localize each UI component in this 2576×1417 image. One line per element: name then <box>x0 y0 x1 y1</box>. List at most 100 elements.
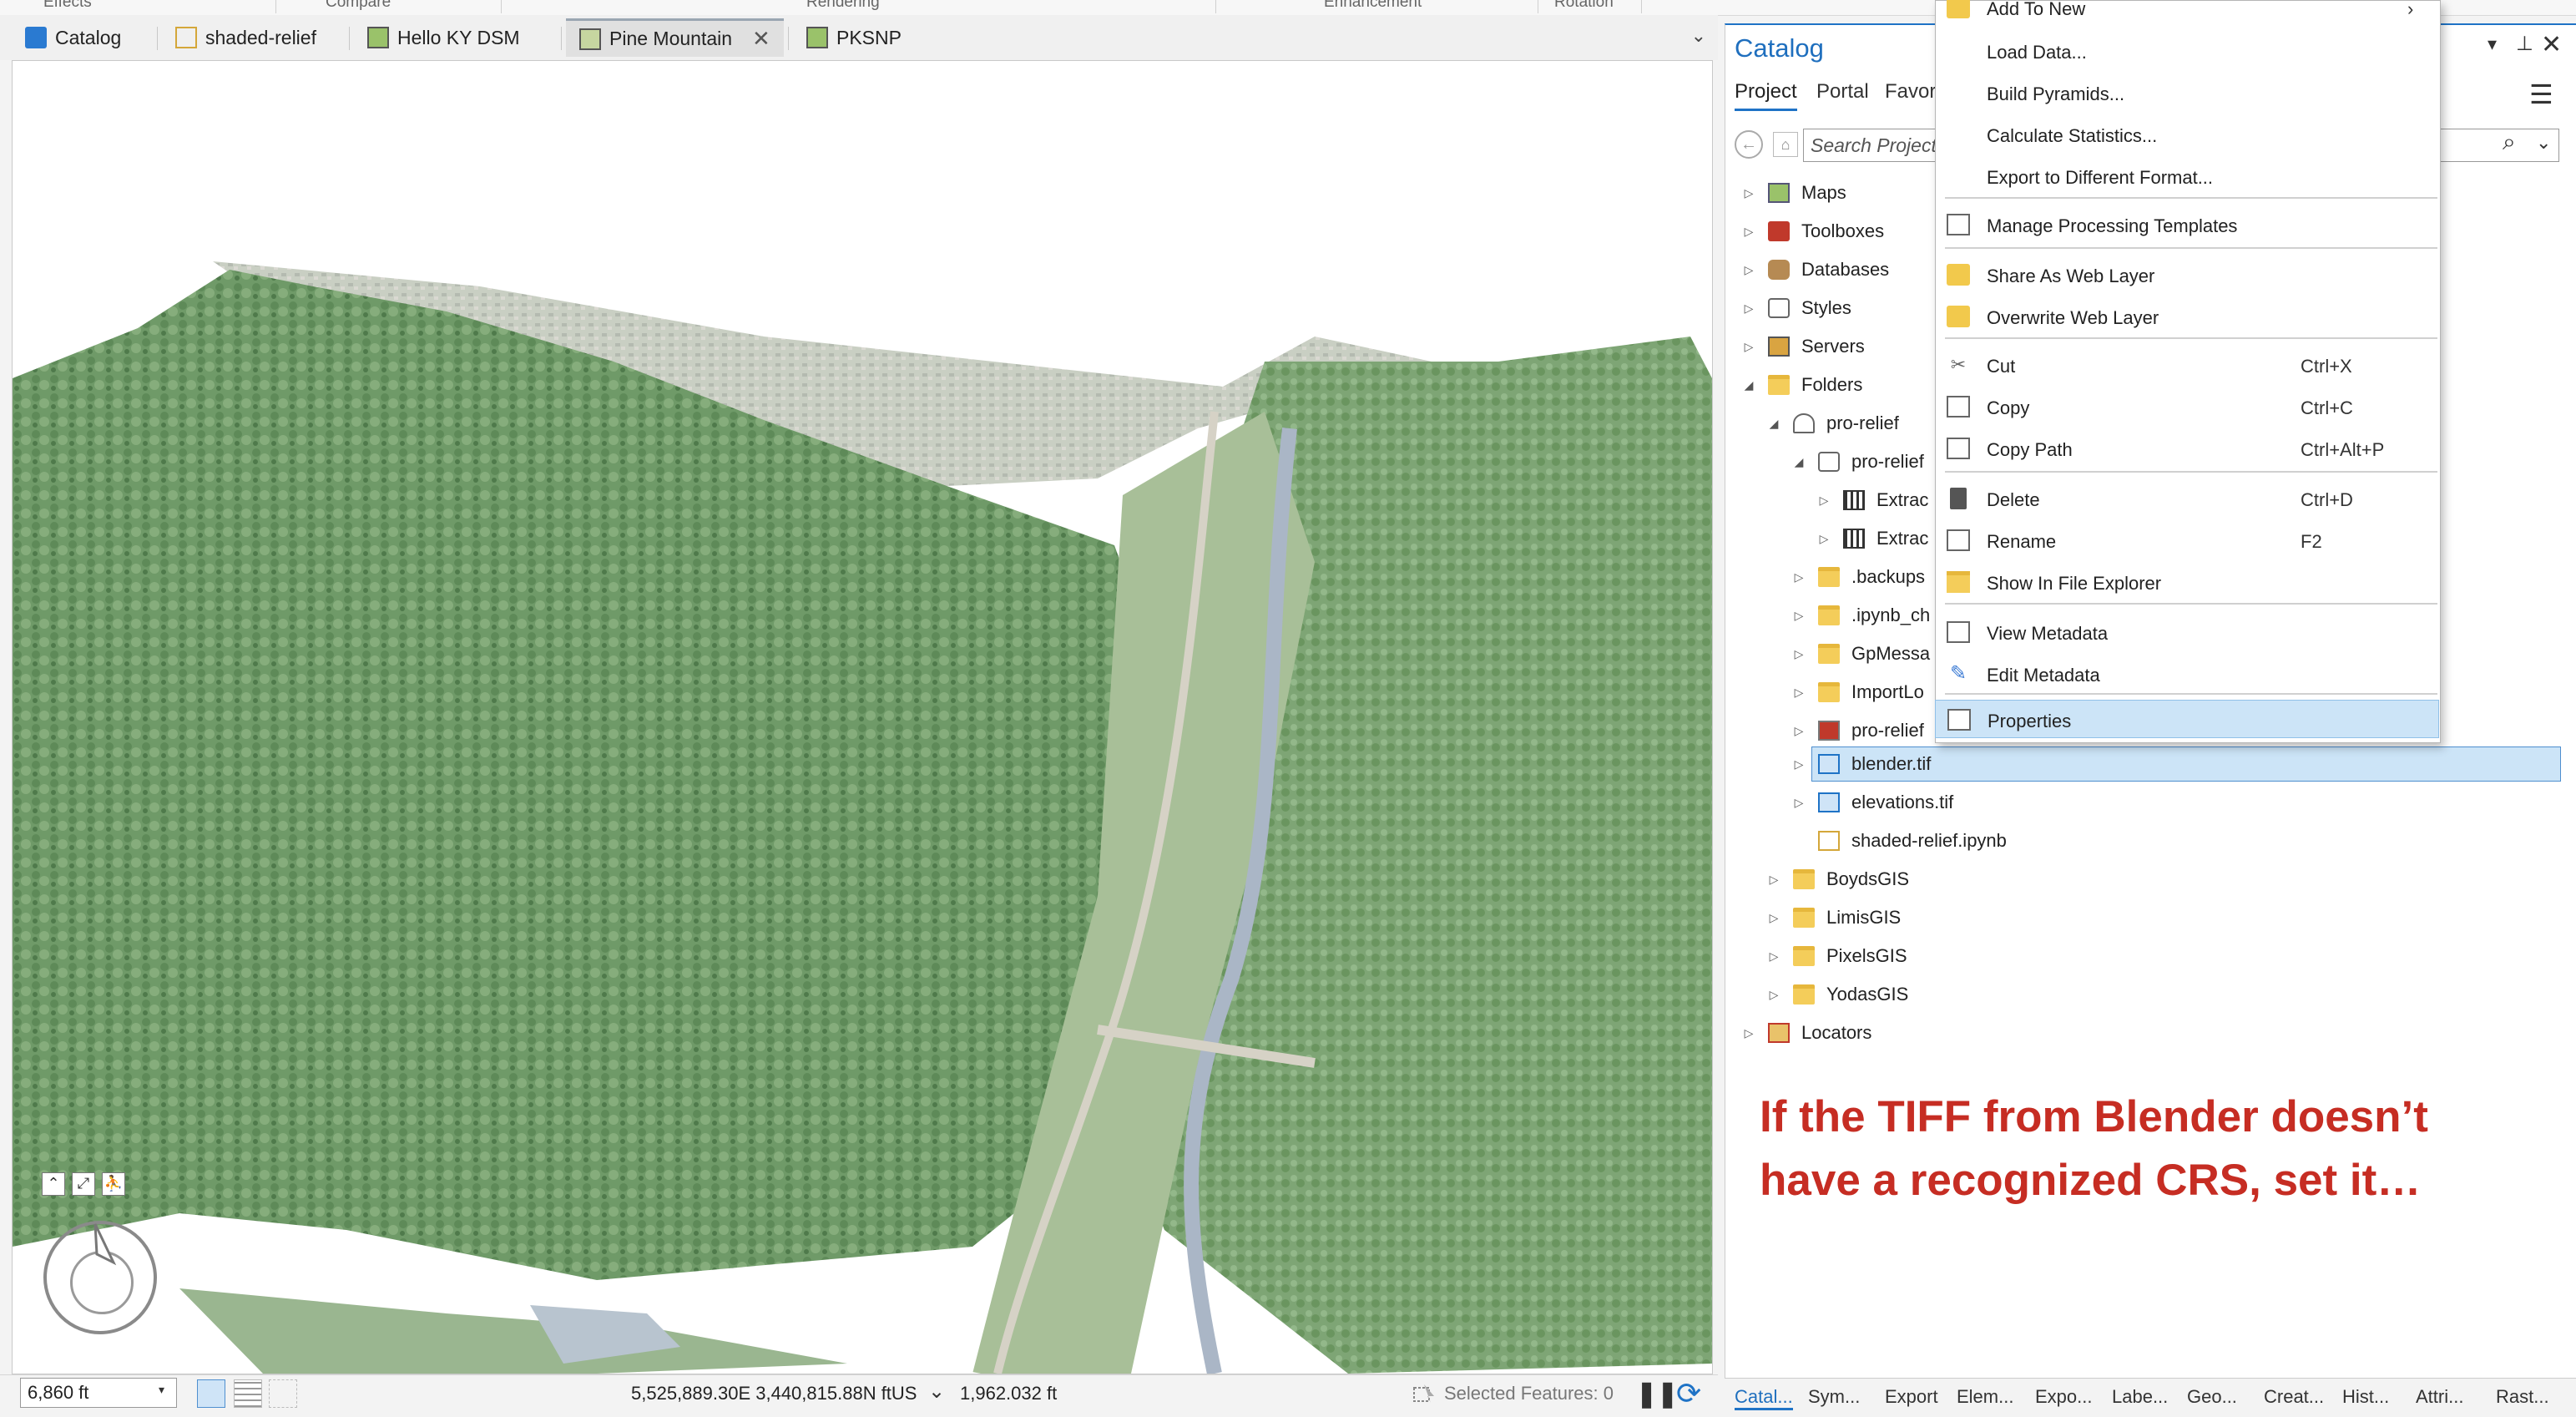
tree-item-importlog[interactable]: ▷ ImportLo <box>1791 676 1924 708</box>
menu-item-rename[interactable]: Rename F2 <box>1935 521 2439 559</box>
tree-item-toolboxes[interactable]: ▷ Toolboxes <box>1741 215 1884 247</box>
tab-element[interactable]: Elem... <box>1957 1386 2013 1408</box>
close-icon[interactable]: ✕ <box>752 26 770 52</box>
tree-item-databases[interactable]: ▷ Databases <box>1741 254 1889 286</box>
selected-features-count[interactable]: Selected Features: 0 <box>1444 1383 1614 1404</box>
menu-item-copy[interactable]: Copy Ctrl+C <box>1935 387 2439 426</box>
tree-item-pro-relief-toolbox[interactable]: ▷ pro-relief <box>1791 715 1924 746</box>
expand-icon[interactable]: ▷ <box>1816 493 1831 508</box>
tree-item-extract-2[interactable]: ▷ Extrac <box>1816 523 1928 554</box>
tab-pksnp[interactable]: PKSNP <box>793 18 915 57</box>
chevron-down-icon[interactable]: ▾ <box>2488 33 2497 55</box>
tree-item-folders[interactable]: ◢ Folders <box>1741 369 1862 401</box>
tab-export[interactable]: Export <box>1885 1386 1938 1408</box>
tree-item-elevations-tif[interactable]: ▷ elevations.tif <box>1791 787 1953 818</box>
tree-item-gpmessages[interactable]: ▷ GpMessa <box>1791 638 1930 670</box>
expand-icon[interactable]: ▷ <box>1791 796 1806 810</box>
pin-icon[interactable]: ⊥ <box>2516 32 2533 56</box>
menu-item-delete[interactable]: Delete Ctrl+D <box>1935 479 2439 518</box>
chevron-down-icon[interactable]: ⌄ <box>2536 132 2551 154</box>
tab-pine-mountain[interactable]: Pine Mountain ✕ <box>566 18 784 57</box>
menu-item-overwrite-web-layer[interactable]: Overwrite Web Layer <box>1935 297 2439 336</box>
tab-symbology[interactable]: Sym... <box>1808 1386 1860 1408</box>
menu-item-cut[interactable]: ✂ Cut Ctrl+X <box>1935 346 2439 384</box>
menu-item-build-pyramids[interactable]: Build Pyramids... <box>1935 73 2439 112</box>
refresh-icon[interactable]: ⟳ <box>1676 1376 1701 1411</box>
expand-icon[interactable]: ▷ <box>1741 340 1756 354</box>
tab-history[interactable]: Hist... <box>2342 1386 2389 1408</box>
back-icon[interactable]: ← <box>1735 130 1763 159</box>
chevron-down-icon[interactable]: ⌄ <box>1691 25 1706 47</box>
expand-icon[interactable]: ▷ <box>1791 647 1806 661</box>
tree-item-limisgis[interactable]: ▷ LimisGIS <box>1766 902 1901 934</box>
expand-icon[interactable]: ▷ <box>1766 911 1781 925</box>
tree-item-blender-tif[interactable]: ▷ blender.tif <box>1791 748 1931 780</box>
collapse-icon[interactable]: ◢ <box>1766 417 1781 431</box>
tree-item-servers[interactable]: ▷ Servers <box>1741 331 1865 362</box>
tab-labeling[interactable]: Labe... <box>2112 1386 2168 1408</box>
menu-icon[interactable]: ☰ <box>2529 78 2553 110</box>
menu-item-show-in-explorer[interactable]: Show In File Explorer <box>1935 563 2439 601</box>
tab-shaded-relief[interactable]: shaded-relief <box>162 18 330 57</box>
tab-raster[interactable]: Rast... <box>2496 1386 2549 1408</box>
chevron-down-icon[interactable]: ⌄ <box>928 1379 945 1404</box>
tree-item-boydsgis[interactable]: ▷ BoydsGIS <box>1766 863 1909 895</box>
fixed-zoom-icon[interactable] <box>197 1379 225 1408</box>
tree-item-ipynb-checkpoints[interactable]: ▷ .ipynb_ch <box>1791 600 1930 631</box>
tab-portal[interactable]: Portal <box>1816 80 1869 104</box>
menu-item-copy-path[interactable]: Copy Path Ctrl+Alt+P <box>1935 429 2439 468</box>
tab-attributes[interactable]: Attri... <box>2416 1386 2463 1408</box>
tree-item-pro-relief-gdb[interactable]: ◢ pro-relief <box>1791 446 1924 478</box>
tab-favorites[interactable]: Favor <box>1885 80 1936 104</box>
menu-item-load-data[interactable]: Load Data... <box>1935 32 2439 70</box>
tab-project[interactable]: Project <box>1735 80 1797 111</box>
expand-icon[interactable]: ▷ <box>1766 949 1781 964</box>
tree-item-backups[interactable]: ▷ .backups <box>1791 561 1925 593</box>
tab-create[interactable]: Creat... <box>2264 1386 2324 1408</box>
collapse-icon[interactable]: ◢ <box>1741 378 1756 392</box>
menu-item-view-metadata[interactable]: View Metadata <box>1935 613 2439 651</box>
expand-icon[interactable]: ▷ <box>1816 532 1831 546</box>
expand-icon[interactable]: ▷ <box>1791 686 1806 700</box>
home-icon[interactable]: ⌂ <box>1773 132 1798 157</box>
tab-catalog-pane[interactable]: Catal... <box>1735 1386 1793 1410</box>
expand-icon[interactable]: ▷ <box>1741 1026 1756 1040</box>
menu-item-calculate-statistics[interactable]: Calculate Statistics... <box>1935 115 2439 154</box>
tab-catalog[interactable]: Catalog <box>12 18 134 57</box>
expand-icon[interactable]: ▷ <box>1791 609 1806 623</box>
menu-item-share-web-layer[interactable]: Share As Web Layer <box>1935 256 2439 294</box>
full-extent-icon[interactable]: ⤢ <box>72 1172 95 1196</box>
chevron-down-icon[interactable]: ▾ <box>159 1383 164 1397</box>
expand-icon[interactable]: ▷ <box>1791 724 1806 738</box>
tree-item-pro-relief-folder[interactable]: ◢ pro-relief <box>1766 407 1899 439</box>
tilt-up-icon[interactable]: ⌃ <box>42 1172 65 1196</box>
tree-item-locators[interactable]: ▷ Locators <box>1741 1017 1871 1049</box>
expand-icon[interactable]: ▷ <box>1741 263 1756 277</box>
tree-item-maps[interactable]: ▷ Maps <box>1741 177 1846 209</box>
menu-item-manage-templates[interactable]: Manage Processing Templates <box>1935 205 2439 244</box>
pause-icon[interactable]: ❚❚ <box>1636 1379 1678 1409</box>
expand-icon[interactable]: ▷ <box>1766 873 1781 887</box>
tree-item-yodasgis[interactable]: ▷ YodasGIS <box>1766 979 1908 1010</box>
expand-icon[interactable]: ▷ <box>1766 988 1781 1002</box>
menu-item-properties[interactable]: Properties <box>1935 700 2439 738</box>
menu-item-export-format[interactable]: Export to Different Format... <box>1935 157 2439 195</box>
expand-icon[interactable]: ▷ <box>1741 186 1756 200</box>
close-icon[interactable]: ✕ <box>2541 30 2562 59</box>
tab-geoprocessing[interactable]: Geo... <box>2187 1386 2237 1408</box>
tab-export-2[interactable]: Expo... <box>2035 1386 2092 1408</box>
scene-view[interactable] <box>12 60 1713 1374</box>
snapping-icon[interactable] <box>269 1379 297 1408</box>
tree-item-pixelsgis[interactable]: ▷ PixelsGIS <box>1766 940 1907 972</box>
tree-item-styles[interactable]: ▷ Styles <box>1741 292 1851 324</box>
tab-hello-ky-dsm[interactable]: Hello KY DSM <box>354 18 533 57</box>
search-icon[interactable]: ⌕ <box>2503 129 2516 156</box>
expand-icon[interactable]: ▷ <box>1791 570 1806 585</box>
menu-item-edit-metadata[interactable]: ✎ Edit Metadata <box>1935 655 2439 693</box>
map-scale-input[interactable]: 6,860 ft <box>20 1378 177 1408</box>
expand-icon[interactable]: ▷ <box>1741 301 1756 316</box>
menu-item-add-to-new[interactable]: Add To New › <box>1935 0 2439 27</box>
expand-icon[interactable]: ▷ <box>1741 225 1756 239</box>
tree-item-shaded-relief-ipynb[interactable]: shaded-relief.ipynb <box>1791 825 2007 857</box>
tree-item-extract-1[interactable]: ▷ Extrac <box>1816 484 1928 516</box>
